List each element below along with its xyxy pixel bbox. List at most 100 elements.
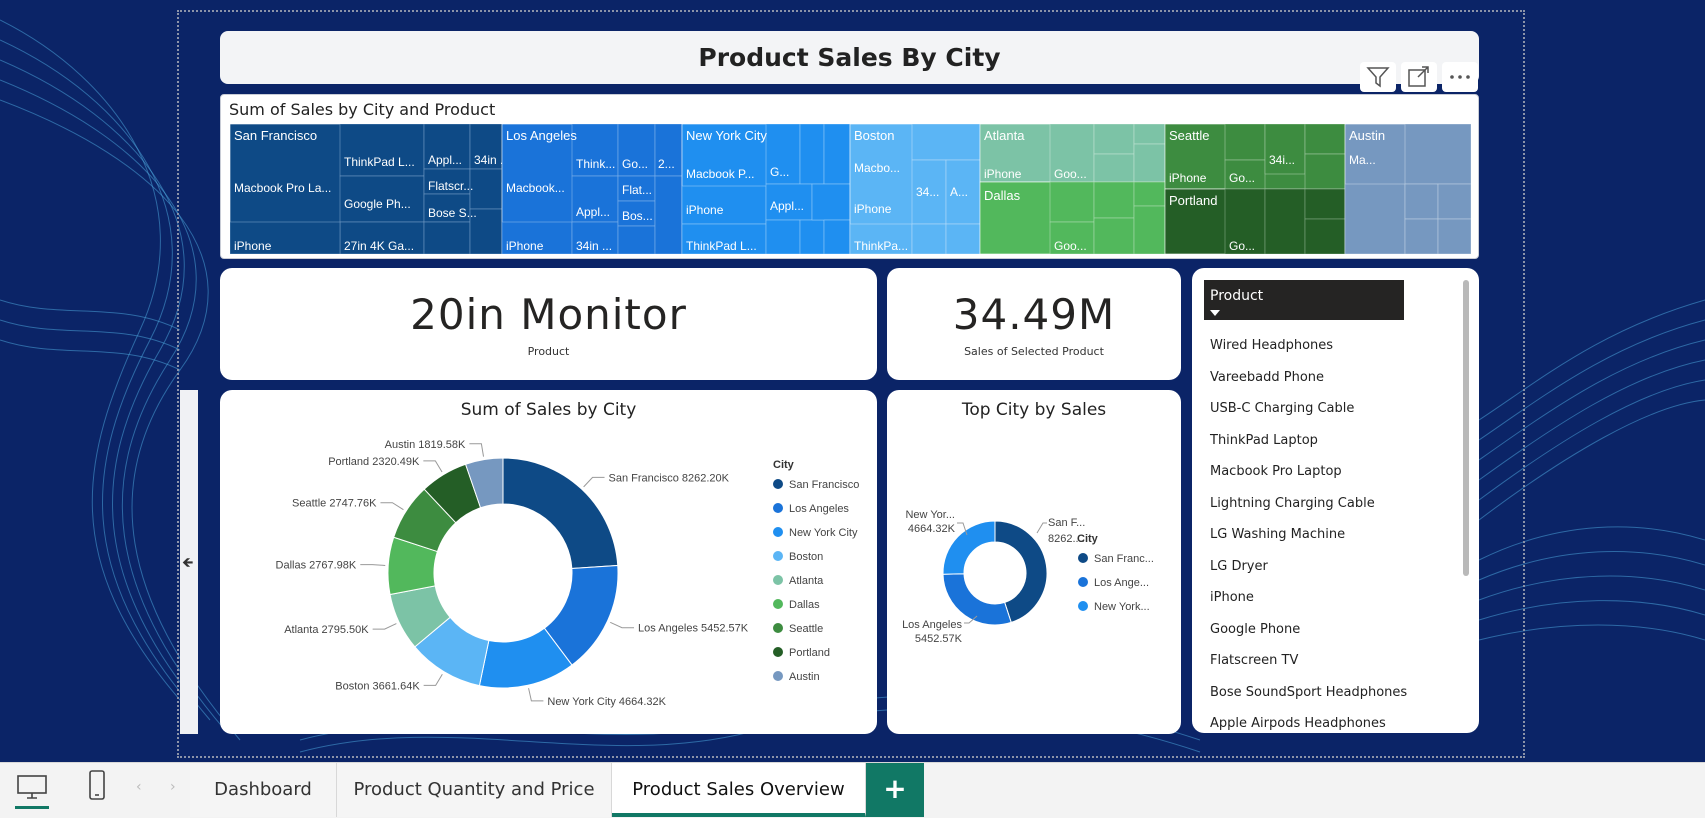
expand-filter-pane-icon[interactable]: 🡸 (182, 552, 193, 576)
slicer-item[interactable]: USB-C Charging Cable (1210, 393, 1407, 425)
chevron-right-icon[interactable]: › (170, 779, 176, 795)
kpi-card-product[interactable]: 20in Monitor Product (220, 268, 877, 380)
tab-dashboard[interactable]: Dashboard (190, 763, 337, 817)
product-slicer[interactable]: Product Wired Headphones Vareebadd Phone U… (1192, 268, 1479, 733)
legend-marker[interactable] (773, 575, 783, 585)
donut-card-top-city[interactable]: Top City by Sales San F... 8262.... New Yo… (887, 390, 1181, 734)
svg-text:Bose S...: Bose S... (428, 206, 477, 220)
svg-text:2...: 2... (658, 157, 675, 171)
legend-marker[interactable] (773, 647, 783, 657)
donut-data-label: Los Angeles 5452.57K (638, 623, 749, 635)
donut-data-label: Austin 1819.58K (385, 439, 466, 451)
report-title-card: Product Sales By City (220, 31, 1479, 84)
svg-text:34...: 34... (916, 185, 939, 199)
svg-text:Go...: Go... (1229, 171, 1255, 185)
chevron-left-icon[interactable]: ‹ (136, 779, 142, 795)
svg-text:Flatscr...: Flatscr... (428, 179, 473, 193)
slicer-header[interactable]: Product (1204, 280, 1404, 320)
svg-text:Macbook P...: Macbook P... (686, 167, 754, 181)
legend-item-seattle[interactable]: Seattle (789, 623, 823, 635)
slicer-item[interactable]: Flatscreen TV (1210, 645, 1407, 677)
desktop-layout-icon[interactable] (15, 773, 49, 801)
mobile-layout-icon[interactable] (86, 769, 108, 803)
page-tab-bar: ‹ › Dashboard Product Quantity and Price… (0, 762, 1705, 818)
slicer-item[interactable]: Macbook Pro Laptop (1210, 456, 1407, 488)
treemap-title: Sum of Sales by City and Product (229, 100, 496, 119)
slicer-item[interactable]: LG Washing Machine (1210, 519, 1407, 551)
donut-chart-top-city[interactable]: San F...8262....New Yor...4664.32KLos An… (887, 390, 1181, 734)
slicer-scrollbar[interactable] (1463, 280, 1469, 576)
slicer-item[interactable]: LG Dryer (1210, 551, 1407, 583)
slicer-item[interactable]: Bose SoundSport Headphones (1210, 677, 1407, 709)
slicer-item[interactable]: Lightning Charging Cable (1210, 488, 1407, 520)
svg-text:iPhone: iPhone (854, 202, 892, 216)
legend-item-new-york-city[interactable]: New York City (789, 527, 858, 539)
svg-text:Think...: Think... (576, 157, 615, 171)
kpi-product-value: 20in Monitor (410, 290, 687, 339)
svg-text:iPhone: iPhone (506, 239, 544, 253)
donut-card-sales-by-city[interactable]: Sum of Sales by City San Francisco 8262.… (220, 390, 877, 734)
legend-item-san-francisco[interactable]: San Francisco (789, 479, 859, 491)
svg-text:Flat...: Flat... (622, 183, 652, 197)
legend-marker[interactable] (1078, 553, 1088, 563)
donut-data-label: San Francisco 8262.20K (609, 472, 730, 484)
treemap-visual[interactable]: Sum of Sales by City and Product San Fra… (220, 94, 1479, 259)
treemap-label-boston: Boston (854, 128, 894, 143)
donut-slice-los-angeles[interactable] (942, 573, 1012, 626)
treemap-label-seattle: Seattle (1169, 128, 1209, 143)
donut-data-label: New York City 4664.32K (547, 696, 666, 708)
treemap-label-portland: Portland (1169, 193, 1217, 208)
donut-chart-sales-by-city[interactable]: San Francisco 8262.20K Los Angeles 5452.5… (220, 390, 877, 734)
svg-text:iPhone: iPhone (984, 167, 1022, 181)
slicer-item[interactable]: Wired Headphones (1210, 330, 1407, 362)
legend-marker[interactable] (1078, 577, 1088, 587)
slicer-item[interactable]: Vareebadd Phone (1210, 362, 1407, 394)
donut-data-label: 5452.57K (915, 633, 963, 645)
kpi-sales-value: 34.49M (952, 290, 1116, 339)
svg-text:iPhone: iPhone (686, 203, 724, 217)
legend-marker[interactable] (773, 551, 783, 561)
svg-text:Appl...: Appl... (770, 199, 804, 213)
slicer-item[interactable]: ThinkPad Laptop (1210, 425, 1407, 457)
filter-icon[interactable] (1360, 62, 1396, 92)
legend-item[interactable]: San Franc... (1094, 553, 1154, 565)
svg-text:iPhone: iPhone (1169, 171, 1207, 185)
add-page-button[interactable]: + (866, 763, 924, 817)
svg-text:Bos...: Bos... (622, 209, 653, 223)
donut-slice-san-francisco[interactable] (502, 457, 619, 569)
donut-data-label: Seattle 2747.76K (292, 498, 377, 510)
slicer-dropdown-icon[interactable] (1210, 310, 1220, 316)
legend-marker[interactable] (773, 527, 783, 537)
legend-marker[interactable] (773, 671, 783, 681)
legend-item[interactable]: New York... (1094, 601, 1150, 613)
treemap-label-atlanta: Atlanta (984, 128, 1025, 143)
legend-item-atlanta[interactable]: Atlanta (789, 575, 824, 587)
slicer-item[interactable]: Apple Airpods Headphones (1210, 708, 1407, 740)
slicer-item[interactable]: Google Phone (1210, 614, 1407, 646)
tab-product-sales-overview[interactable]: Product Sales Overview (612, 763, 866, 817)
legend-item[interactable]: Los Ange... (1094, 577, 1149, 589)
legend-marker[interactable] (773, 503, 783, 513)
slicer-item[interactable]: iPhone (1210, 582, 1407, 614)
treemap-label-new-york-city: New York City (686, 128, 767, 143)
legend-item-los-angeles[interactable]: Los Angeles (789, 503, 849, 515)
legend-marker[interactable] (773, 599, 783, 609)
focus-mode-icon[interactable] (1401, 62, 1437, 92)
treemap-chart[interactable]: San Francisco ThinkPad L... Appl... 34in… (230, 124, 1471, 254)
slicer-list: Wired Headphones Vareebadd Phone USB-C Cha… (1210, 330, 1407, 740)
kpi-card-sales[interactable]: 34.49M Sales of Selected Product (887, 268, 1181, 380)
treemap-label-san-francisco: San Francisco (234, 128, 317, 143)
more-options-icon[interactable] (1442, 62, 1478, 92)
tab-product-quantity-and-price[interactable]: Product Quantity and Price (337, 763, 612, 817)
legend-item-boston[interactable]: Boston (789, 551, 823, 563)
legend-item-dallas[interactable]: Dallas (789, 599, 820, 611)
legend-marker[interactable] (773, 623, 783, 633)
legend-item-portland[interactable]: Portland (789, 647, 830, 659)
donut-data-label: Dallas 2767.98K (276, 560, 357, 572)
legend-title: City (1077, 533, 1099, 545)
legend-marker[interactable] (773, 479, 783, 489)
slicer-header-label: Product (1210, 288, 1264, 304)
legend-item-austin[interactable]: Austin (789, 671, 820, 683)
svg-text:Macbook Pro La...: Macbook Pro La... (234, 181, 331, 195)
legend-marker[interactable] (1078, 601, 1088, 611)
